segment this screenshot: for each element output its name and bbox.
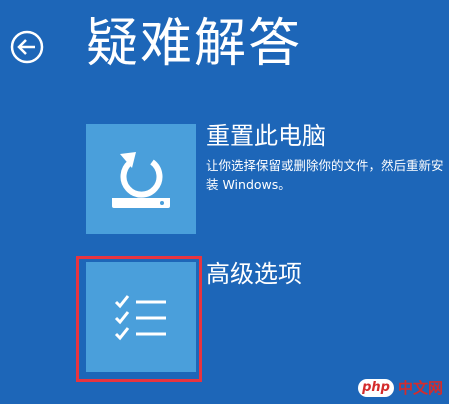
reset-pc-tile[interactable]	[86, 124, 196, 234]
watermark-brand: php	[358, 378, 394, 397]
advanced-options-option[interactable]: 高级选项	[86, 260, 446, 374]
advanced-options-tile[interactable]	[86, 262, 196, 372]
reset-pc-title: 重置此电脑	[206, 122, 326, 150]
checklist-icon	[114, 295, 166, 341]
back-button[interactable]	[10, 30, 44, 64]
back-arrow-icon	[10, 30, 44, 64]
reset-pc-icon	[112, 152, 170, 208]
reset-pc-option[interactable]: 重置此电脑 让你选择保留或删除你的文件，然后重新安装 Windows。	[86, 122, 446, 236]
advanced-options-title: 高级选项	[206, 260, 302, 288]
watermark: php 中文网	[358, 377, 443, 398]
reset-pc-description: 让你选择保留或删除你的文件，然后重新安装 Windows。	[206, 158, 444, 192]
page-title: 疑难解答	[86, 14, 303, 74]
watermark-text: 中文网	[397, 379, 443, 397]
